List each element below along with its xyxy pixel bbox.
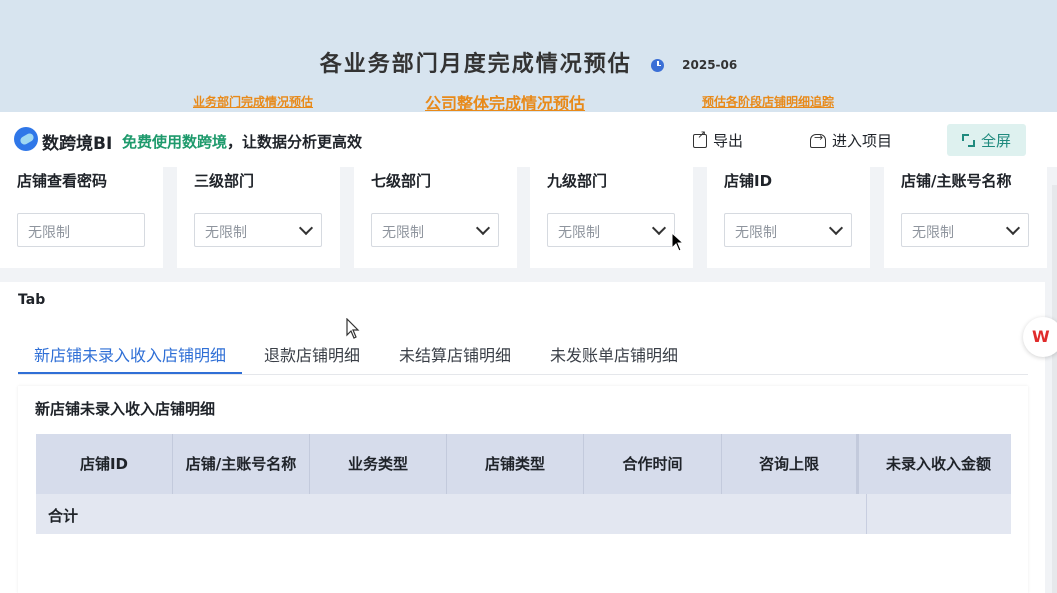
- brand-slogan[interactable]: 免费使用数跨境，让数据分析更高效: [122, 131, 362, 152]
- tab-section-title: Tab: [18, 292, 46, 308]
- fullscreen-icon: [961, 133, 975, 147]
- clock-icon: [651, 58, 665, 72]
- chevron-down-icon: [298, 220, 314, 236]
- filter-level7-dept: 七级部门 无限制: [354, 167, 517, 268]
- mouse-pointer-icon: [671, 232, 683, 252]
- filter-placeholder: 无限制: [28, 225, 70, 241]
- level7-dept-select[interactable]: 无限制: [371, 213, 499, 247]
- report-title: 各业务部门月度完成情况预估: [319, 52, 632, 77]
- slogan-highlight[interactable]: 免费使用数跨境: [122, 133, 227, 151]
- filter-store-account-name: 店铺/主账号名称 无限制: [884, 167, 1047, 268]
- nav-link-company-estimate[interactable]: 公司整体完成情况预估: [425, 90, 585, 114]
- filter-level3-dept: 三级部门 无限制: [177, 167, 340, 268]
- report-title-row: 各业务部门月度完成情况预估 2025-06: [0, 46, 1057, 78]
- level9-dept-select[interactable]: 无限制: [547, 213, 675, 247]
- report-banner: 各业务部门月度完成情况预估 2025-06 业务部门完成情况预估 公司整体完成情…: [0, 0, 1057, 114]
- filter-placeholder: 无限制: [382, 225, 424, 241]
- brand-name: 数跨境BI: [42, 134, 113, 154]
- table-header: 店铺ID 店铺/主账号名称 业务类型 店铺类型 合作时间 咨询上限 未录入收入金…: [36, 434, 1011, 494]
- store-id-select[interactable]: 无限制: [724, 213, 852, 247]
- table-total-row: 合计: [36, 494, 1011, 534]
- column-header[interactable]: 业务类型: [310, 434, 447, 494]
- tab-refund-stores[interactable]: 退款店铺明细: [264, 342, 360, 366]
- store-password-input[interactable]: 无限制: [17, 213, 145, 247]
- nav-link-department-estimate[interactable]: 业务部门完成情况预估: [193, 93, 313, 110]
- report-date: 2025-06: [682, 58, 738, 72]
- chevron-down-icon: [828, 220, 844, 236]
- mouse-pointer-outline-icon: [346, 318, 360, 339]
- filter-label: 七级部门: [371, 172, 432, 190]
- filter-store-id: 店铺ID 无限制: [707, 167, 870, 268]
- nav-link-store-tracking[interactable]: 预估各阶段店铺明细追踪: [702, 93, 834, 110]
- total-row-label: 合计: [48, 507, 79, 525]
- panel-title: 新店铺未录入收入店铺明细: [35, 400, 216, 418]
- active-tab-indicator: [18, 372, 242, 374]
- column-header[interactable]: 店铺类型: [447, 434, 584, 494]
- wps-logo-icon: W: [1032, 327, 1050, 346]
- column-header[interactable]: 店铺/主账号名称: [173, 434, 310, 494]
- filter-placeholder: 无限制: [912, 225, 954, 241]
- filter-placeholder: 无限制: [735, 225, 777, 241]
- enter-project-label: 进入项目: [832, 132, 893, 150]
- chevron-down-icon: [1005, 220, 1021, 236]
- top-toolbar: 数跨境BI 免费使用数跨境，让数据分析更高效 导出 进入项目 全屏: [0, 112, 1057, 167]
- vertical-scrollbar[interactable]: [1052, 185, 1057, 593]
- tab-new-store-unrecorded[interactable]: 新店铺未录入收入店铺明细: [34, 342, 226, 366]
- filter-label: 店铺查看密码: [17, 172, 108, 190]
- export-label: 导出: [713, 132, 744, 150]
- column-header[interactable]: 合作时间: [584, 434, 722, 494]
- level3-dept-select[interactable]: 无限制: [194, 213, 322, 247]
- column-header[interactable]: 咨询上限: [722, 434, 859, 494]
- enter-project-icon: [810, 131, 826, 148]
- chevron-down-icon: [475, 220, 491, 236]
- filter-label: 九级部门: [547, 172, 608, 190]
- filter-label: 店铺ID: [724, 172, 773, 190]
- filter-store-password: 店铺查看密码 无限制: [0, 167, 163, 268]
- detail-panel: 新店铺未录入收入店铺明细 店铺ID 店铺/主账号名称 业务类型 店铺类型 合作时…: [18, 386, 1028, 593]
- export-button[interactable]: 导出: [693, 128, 744, 151]
- filter-placeholder: 无限制: [205, 225, 247, 241]
- column-header[interactable]: 未录入收入金额: [866, 434, 1011, 494]
- tab-section: Tab 新店铺未录入收入店铺明细 退款店铺明细 未结算店铺明细 未发账单店铺明细…: [0, 282, 1045, 593]
- tab-unsettled-stores[interactable]: 未结算店铺明细: [399, 342, 511, 366]
- column-header[interactable]: 店铺ID: [36, 434, 173, 494]
- filter-label: 店铺/主账号名称: [901, 172, 1012, 190]
- brand-logo-icon: [14, 127, 38, 151]
- column-divider: [866, 494, 867, 534]
- tab-bar: 新店铺未录入收入店铺明细 退款店铺明细 未结算店铺明细 未发账单店铺明细: [18, 334, 1028, 375]
- chevron-down-icon: [651, 220, 667, 236]
- wps-floating-button[interactable]: W: [1023, 317, 1057, 357]
- enter-project-button[interactable]: 进入项目: [810, 130, 892, 151]
- export-icon: [693, 128, 707, 148]
- filter-label: 三级部门: [194, 172, 255, 190]
- fullscreen-button[interactable]: 全屏: [947, 124, 1026, 156]
- filter-level9-dept: 九级部门 无限制: [530, 167, 693, 268]
- filter-placeholder: 无限制: [558, 225, 600, 241]
- tab-unbilled-stores[interactable]: 未发账单店铺明细: [550, 342, 678, 366]
- fullscreen-label: 全屏: [980, 131, 1011, 150]
- store-account-name-select[interactable]: 无限制: [901, 213, 1029, 247]
- slogan-rest: ，让数据分析更高效: [227, 133, 363, 151]
